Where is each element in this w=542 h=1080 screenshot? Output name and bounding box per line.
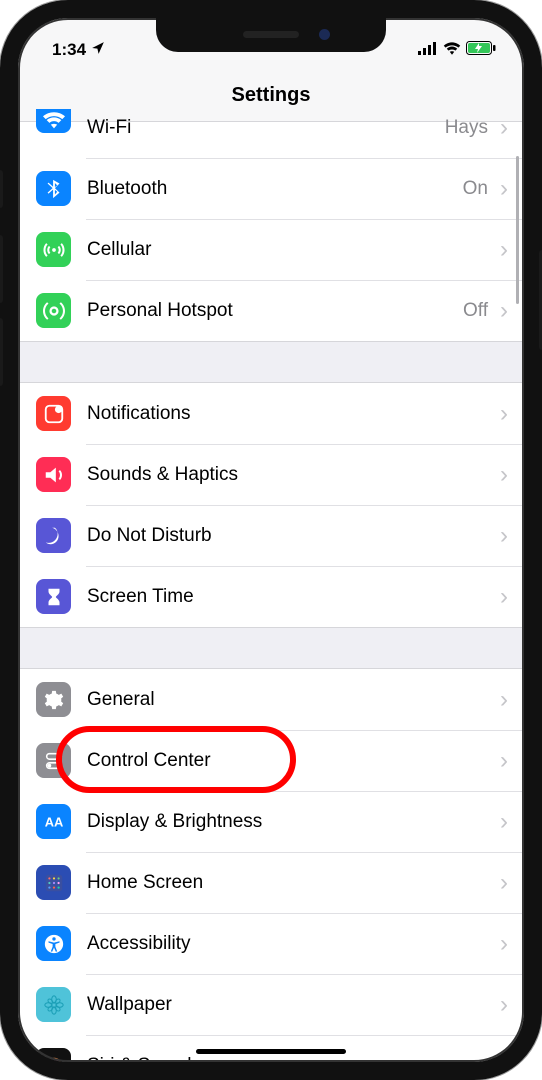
row-label: Wallpaper	[87, 994, 496, 1016]
chevron-right-icon: ›	[500, 810, 508, 834]
section-gap	[18, 627, 524, 669]
row-label: Control Center	[87, 750, 496, 772]
chevron-right-icon: ›	[500, 116, 508, 140]
row-accessibility[interactable]: Accessibility›	[18, 913, 524, 974]
row-label: Notifications	[87, 403, 496, 425]
row-wallpaper[interactable]: Wallpaper›	[18, 974, 524, 1035]
row-label: Accessibility	[87, 933, 496, 955]
hourglass-icon	[36, 579, 71, 614]
cellular-icon	[36, 232, 71, 267]
chevron-right-icon: ›	[500, 688, 508, 712]
row-sounds-haptics[interactable]: Sounds & Haptics›	[18, 444, 524, 505]
row-general[interactable]: General›	[18, 669, 524, 730]
bluetooth-icon	[36, 171, 71, 206]
moon-icon	[36, 518, 71, 553]
chevron-right-icon: ›	[500, 1054, 508, 1063]
chevron-right-icon: ›	[500, 402, 508, 426]
notifications-icon	[36, 396, 71, 431]
accessibility-icon	[36, 926, 71, 961]
battery-charging-icon	[466, 40, 496, 60]
row-label: General	[87, 689, 496, 711]
settings-list[interactable]: Wi-FiHays›BluetoothOn›Cellular›Personal …	[18, 122, 524, 1062]
row-label: Do Not Disturb	[87, 525, 496, 547]
row-label: Wi-Fi	[87, 117, 445, 139]
grid-icon	[36, 865, 71, 900]
row-display-brightness[interactable]: AA Display & Brightness›	[18, 791, 524, 852]
side-button-volume-up	[0, 235, 3, 303]
scroll-indicator[interactable]	[516, 156, 519, 304]
page-title: Settings	[18, 64, 524, 122]
notch	[156, 18, 386, 52]
flower-icon	[36, 987, 71, 1022]
wifi-icon	[36, 109, 71, 133]
side-button-volume-down	[0, 318, 3, 386]
section-gap	[18, 341, 524, 383]
row-value: Hays	[445, 117, 488, 139]
gear-icon	[36, 682, 71, 717]
row-label: Bluetooth	[87, 178, 463, 200]
aa-icon: AA	[36, 804, 71, 839]
row-do-not-disturb[interactable]: Do Not Disturb›	[18, 505, 524, 566]
location-arrow-icon	[91, 40, 105, 60]
hotspot-icon	[36, 293, 71, 328]
chevron-right-icon: ›	[500, 932, 508, 956]
chevron-right-icon: ›	[500, 871, 508, 895]
chevron-right-icon: ›	[500, 524, 508, 548]
svg-text:AA: AA	[44, 814, 63, 829]
row-label: Siri & Search	[87, 1055, 496, 1063]
row-value: Off	[463, 300, 488, 322]
siri-icon	[36, 1048, 71, 1062]
row-home-screen[interactable]: Home Screen›	[18, 852, 524, 913]
chevron-right-icon: ›	[500, 463, 508, 487]
row-personal-hotspot[interactable]: Personal HotspotOff ›	[18, 280, 524, 341]
row-label: Display & Brightness	[87, 811, 496, 833]
status-time: 1:34	[52, 40, 86, 60]
chevron-right-icon: ›	[500, 238, 508, 262]
chevron-right-icon: ›	[500, 299, 508, 323]
row-label: Home Screen	[87, 872, 496, 894]
chevron-right-icon: ›	[500, 993, 508, 1017]
row-wifi[interactable]: Wi-FiHays›	[18, 122, 524, 158]
row-screen-time[interactable]: Screen Time›	[18, 566, 524, 627]
side-button-mute	[0, 170, 3, 208]
wifi-status-icon	[443, 40, 461, 60]
row-label: Cellular	[87, 239, 496, 261]
screen: 1:34 Settings Wi-FiHays›BluetoothOn›Cell…	[18, 18, 524, 1062]
chevron-right-icon: ›	[500, 585, 508, 609]
cellular-signal-icon	[418, 40, 438, 60]
row-label: Sounds & Haptics	[87, 464, 496, 486]
row-cellular[interactable]: Cellular›	[18, 219, 524, 280]
row-label: Personal Hotspot	[87, 300, 463, 322]
row-value: On	[463, 178, 488, 200]
sounds-icon	[36, 457, 71, 492]
row-bluetooth[interactable]: BluetoothOn ›	[18, 158, 524, 219]
chevron-right-icon: ›	[500, 177, 508, 201]
chevron-right-icon: ›	[500, 749, 508, 773]
row-notifications[interactable]: Notifications›	[18, 383, 524, 444]
row-label: Screen Time	[87, 586, 496, 608]
toggles-icon	[36, 743, 71, 778]
home-indicator[interactable]	[196, 1049, 346, 1054]
row-control-center[interactable]: Control Center›	[18, 730, 524, 791]
